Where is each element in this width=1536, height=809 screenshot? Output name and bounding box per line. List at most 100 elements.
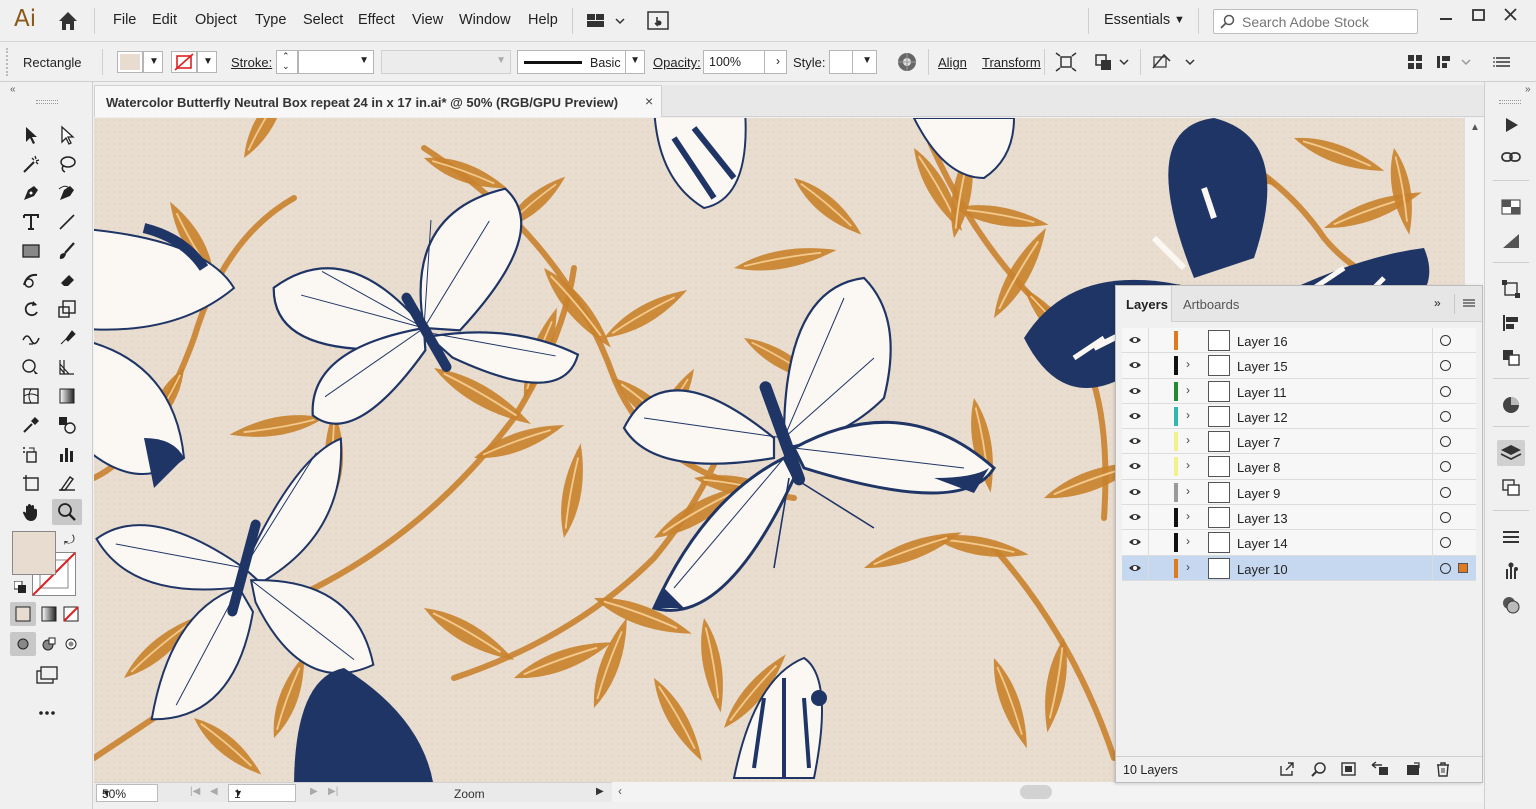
panel-menu-icon[interactable] (1490, 51, 1514, 73)
draw-normal-icon[interactable] (10, 632, 36, 656)
width-tool-icon[interactable] (16, 325, 46, 351)
arrange-documents-icon[interactable] (584, 10, 628, 32)
chevron-right-icon[interactable]: › (1186, 458, 1190, 472)
visibility-eye-icon[interactable] (1128, 511, 1142, 523)
close-window-icon[interactable] (1496, 6, 1524, 26)
horizontal-scroll-thumb[interactable] (1020, 785, 1052, 799)
zoom-level-dropdown[interactable]: 50% ▼ (96, 784, 158, 802)
search-input[interactable] (1242, 13, 1412, 31)
chevron-right-icon[interactable]: › (1186, 484, 1190, 498)
menu-effect[interactable]: Effect (358, 12, 395, 28)
status-menu-icon[interactable]: ▶ (596, 786, 604, 797)
panel-grip[interactable] (6, 48, 10, 76)
maximize-icon[interactable] (1464, 6, 1492, 26)
chevron-right-icon[interactable]: › (1186, 433, 1190, 447)
color-guide-panel-icon[interactable] (1497, 392, 1525, 418)
layer-name[interactable]: Layer 12 (1237, 410, 1288, 425)
rectangle-tool-icon[interactable] (16, 238, 46, 264)
chevron-right-icon[interactable]: › (1186, 509, 1190, 523)
target-circle-icon[interactable] (1440, 562, 1451, 574)
layer-name[interactable]: Layer 8 (1237, 460, 1280, 475)
change-screen-mode-icon[interactable] (32, 662, 62, 688)
layer-row[interactable]: › Layer 10 (1122, 555, 1476, 581)
draw-inside-icon[interactable] (58, 632, 84, 656)
graphic-style-dropdown[interactable]: ▼ (829, 50, 877, 74)
target-circle-icon[interactable] (1440, 512, 1451, 524)
target-circle-icon[interactable] (1440, 385, 1451, 397)
menu-file[interactable]: File (113, 12, 136, 28)
column-graph-tool-icon[interactable] (52, 441, 82, 467)
layer-row[interactable]: › Layer 14 (1122, 530, 1476, 556)
layer-name[interactable]: Layer 16 (1237, 334, 1288, 349)
artboard-navigation-dropdown[interactable]: 1 ▼ (228, 784, 296, 802)
new-sublayer-icon[interactable] (1370, 761, 1388, 777)
chevron-right-icon[interactable]: › (1186, 357, 1190, 371)
paintbrush-tool-icon[interactable] (52, 238, 82, 264)
new-layer-icon[interactable] (1404, 761, 1422, 777)
fill-color-swatch-front[interactable] (12, 531, 56, 575)
slice-tool-icon[interactable] (52, 470, 82, 496)
document-tab[interactable]: Watercolor Butterfly Neutral Box repeat … (94, 85, 662, 117)
brush-definition[interactable]: Basic ▼ (517, 50, 645, 74)
lock-column[interactable] (1148, 530, 1149, 556)
stroke-swatch[interactable] (171, 51, 197, 73)
none-mode-icon[interactable] (58, 602, 84, 626)
selection-tool-icon[interactable] (16, 122, 46, 148)
stroke-panel-icon[interactable] (1497, 524, 1525, 550)
scale-tool-icon[interactable] (52, 296, 82, 322)
clipping-mask-icon[interactable] (1340, 761, 1358, 777)
tab-layers[interactable]: Layers (1116, 286, 1172, 322)
visibility-eye-icon[interactable] (1128, 334, 1142, 346)
variable-width-profile[interactable]: ▼ (381, 50, 511, 74)
gradient-panel-icon[interactable] (1497, 228, 1525, 254)
transform-panel-icon[interactable] (1497, 276, 1525, 302)
curvature-tool-icon[interactable] (52, 180, 82, 206)
eraser-tool-icon[interactable] (52, 267, 82, 293)
layer-name[interactable]: Layer 10 (1237, 562, 1288, 577)
stroke-stepper[interactable]: ⌃ ⌄ (276, 50, 298, 74)
hand-tool-icon[interactable] (16, 499, 46, 525)
rotate-tool-icon[interactable] (16, 296, 46, 322)
menu-edit[interactable]: Edit (152, 12, 177, 28)
magic-wand-tool-icon[interactable] (16, 151, 46, 177)
home-icon[interactable] (56, 9, 80, 33)
default-fill-stroke-icon[interactable] (13, 580, 26, 593)
chevron-right-icon[interactable]: › (1186, 383, 1190, 397)
pen-tool-icon[interactable] (16, 180, 46, 206)
links-panel-icon[interactable] (1497, 144, 1525, 170)
shape-modes-icon[interactable] (1092, 51, 1132, 73)
search-adobe-stock[interactable] (1213, 9, 1418, 34)
layer-row[interactable]: › Layer 9 (1122, 479, 1476, 506)
menu-object[interactable]: Object (195, 12, 237, 28)
layer-row[interactable]: Layer 16 (1122, 328, 1476, 354)
lock-column[interactable] (1148, 353, 1149, 379)
distribute-icon[interactable] (1434, 51, 1474, 73)
minimize-icon[interactable] (1432, 6, 1460, 26)
target-circle-icon[interactable] (1440, 360, 1451, 372)
grid-layout-icon[interactable] (1404, 51, 1428, 73)
layer-row[interactable]: › Layer 13 (1122, 505, 1476, 531)
direct-selection-tool-icon[interactable] (52, 122, 82, 148)
menu-help[interactable]: Help (528, 12, 558, 28)
scroll-left-icon[interactable]: ‹ (618, 784, 622, 798)
artboards-panel-icon[interactable] (1497, 474, 1525, 500)
stroke-label[interactable]: Stroke: (231, 55, 272, 70)
recolor-artwork-icon[interactable] (895, 51, 919, 73)
target-circle-icon[interactable] (1440, 537, 1451, 549)
swap-fill-stroke-icon[interactable]: ⤾ (64, 532, 75, 548)
fill-swatch[interactable] (117, 51, 143, 73)
menu-window[interactable]: Window (459, 12, 511, 28)
visibility-eye-icon[interactable] (1128, 562, 1142, 574)
delete-layer-icon[interactable] (1434, 761, 1452, 777)
layer-name[interactable]: Layer 7 (1237, 435, 1280, 450)
chevron-right-icon[interactable]: › (1186, 534, 1190, 548)
transform-button[interactable]: Transform (982, 55, 1041, 70)
fill-dropdown[interactable]: ▼ (143, 51, 163, 73)
opacity-input[interactable]: 100% › (703, 50, 787, 74)
locate-object-icon[interactable] (1310, 761, 1328, 777)
lock-column[interactable] (1148, 328, 1149, 353)
lock-column[interactable] (1148, 429, 1149, 455)
target-circle-icon[interactable] (1440, 436, 1451, 448)
lock-column[interactable] (1148, 378, 1149, 404)
zoom-tool-icon[interactable] (52, 499, 82, 525)
